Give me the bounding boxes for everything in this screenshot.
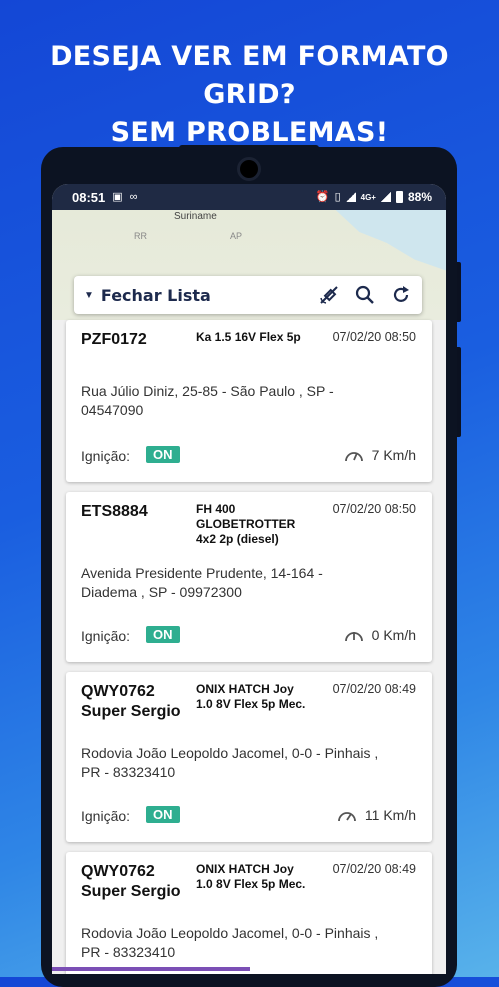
vehicle-address: Rua Júlio Diniz, 25-85 - São Paulo , SP … bbox=[81, 383, 334, 418]
nav-indicator bbox=[52, 967, 250, 971]
list-toolbar: ▼ Fechar Lista bbox=[74, 276, 422, 314]
battery-icon bbox=[395, 191, 403, 203]
map-label-suriname: Suriname bbox=[174, 211, 217, 222]
speed-value: 7 Km/h bbox=[371, 447, 416, 463]
vehicle-speed: 11 Km/h bbox=[337, 806, 416, 824]
power-button bbox=[457, 347, 461, 437]
vehicle-card[interactable]: QWY0762 Super Sergio ONIX HATCH Joy 1.0 … bbox=[66, 672, 432, 842]
vehicle-model: Ka 1.5 16V Flex 5p bbox=[196, 330, 301, 344]
map-label-rr: RR bbox=[134, 231, 147, 241]
vehicle-plate: QWY0762 Super Sergio bbox=[81, 863, 181, 900]
status-bar: 08:51 ▣ ∞ ⏰ ▯ 4G+ 88% bbox=[52, 184, 446, 210]
vehicle-datetime: 07/02/20 08:50 bbox=[332, 330, 416, 344]
vehicle-card[interactable]: QWY0762 Super Sergio ONIX HATCH Joy 1.0 … bbox=[66, 852, 432, 974]
ignition-status-badge: ON bbox=[146, 626, 180, 643]
notification-icon: ▣ bbox=[112, 191, 123, 203]
vehicle-plate: QWY0762 Super Sergio bbox=[81, 683, 181, 720]
vehicle-speed: 0 Km/h bbox=[344, 626, 416, 644]
app-screen: 08:51 ▣ ∞ ⏰ ▯ 4G+ 88% Suriname RR AP ▼ F… bbox=[52, 184, 446, 974]
vehicle-card[interactable]: ETS8884 FH 400 GLOBETROTTER 4x2 2p (dies… bbox=[66, 492, 432, 662]
ignition-status-badge: ON bbox=[146, 446, 180, 463]
satellite-icon[interactable] bbox=[318, 284, 340, 306]
speedometer-icon bbox=[337, 812, 356, 822]
speed-value: 11 Km/h bbox=[364, 807, 416, 823]
camera-icon bbox=[237, 157, 261, 181]
search-icon[interactable] bbox=[354, 284, 376, 306]
alarm-icon: ⏰ bbox=[315, 191, 330, 203]
vehicle-address: Rodovia João Leopoldo Jacomel, 0-0 - Pin… bbox=[81, 925, 379, 960]
vehicle-card[interactable]: PZF0172 Ka 1.5 16V Flex 5p 07/02/20 08:5… bbox=[66, 320, 432, 482]
speed-value: 0 Km/h bbox=[371, 627, 416, 643]
vehicle-list[interactable]: PZF0172 Ka 1.5 16V Flex 5p 07/02/20 08:5… bbox=[52, 320, 446, 974]
voicemail-icon: ∞ bbox=[129, 191, 138, 203]
battery-level: 88% bbox=[407, 190, 432, 204]
ignition-label: Ignição: bbox=[81, 448, 131, 464]
headline-line-1: DESEJA VER EM FORMATO GRID? bbox=[50, 41, 449, 110]
status-time: 08:51 bbox=[72, 189, 106, 205]
speedometer-icon bbox=[344, 452, 363, 462]
network-type: 4G+ bbox=[360, 192, 376, 202]
refresh-icon[interactable] bbox=[390, 284, 412, 306]
vehicle-datetime: 07/02/20 08:50 bbox=[332, 502, 416, 516]
vehicle-speed: 7 Km/h bbox=[344, 446, 416, 464]
volume-button bbox=[457, 262, 461, 322]
promo-headline: DESEJA VER EM FORMATO GRID? SEM PROBLEMA… bbox=[0, 38, 499, 152]
ignition-label: Ignição: bbox=[81, 628, 131, 644]
phone-speaker bbox=[179, 145, 319, 151]
signal-icon bbox=[345, 192, 356, 202]
ignition-status-badge: ON bbox=[146, 806, 180, 823]
chevron-down-icon[interactable]: ▼ bbox=[84, 290, 94, 301]
vibrate-icon: ▯ bbox=[334, 191, 341, 203]
signal-icon-2 bbox=[380, 192, 391, 202]
vehicle-datetime: 07/02/20 08:49 bbox=[332, 682, 416, 696]
vehicle-model: FH 400 GLOBETROTTER 4x2 2p (diesel) bbox=[196, 502, 296, 546]
vehicle-model: ONIX HATCH Joy 1.0 8V Flex 5p Mec. bbox=[196, 682, 306, 711]
speedometer-icon bbox=[344, 632, 363, 642]
vehicle-model: ONIX HATCH Joy 1.0 8V Flex 5p Mec. bbox=[196, 862, 306, 891]
ignition-label: Ignição: bbox=[81, 808, 131, 824]
close-list-button[interactable]: Fechar Lista bbox=[101, 286, 211, 305]
phone-frame: 08:51 ▣ ∞ ⏰ ▯ 4G+ 88% Suriname RR AP ▼ F… bbox=[41, 145, 461, 987]
vehicle-address: Rodovia João Leopoldo Jacomel, 0-0 - Pin… bbox=[81, 745, 379, 780]
vehicle-plate: PZF0172 bbox=[81, 331, 147, 348]
vehicle-datetime: 07/02/20 08:49 bbox=[332, 862, 416, 876]
vehicle-plate: ETS8884 bbox=[81, 503, 148, 520]
map-label-ap: AP bbox=[230, 231, 243, 241]
vehicle-address: Avenida Presidente Prudente, 14-164 - Di… bbox=[81, 565, 323, 600]
